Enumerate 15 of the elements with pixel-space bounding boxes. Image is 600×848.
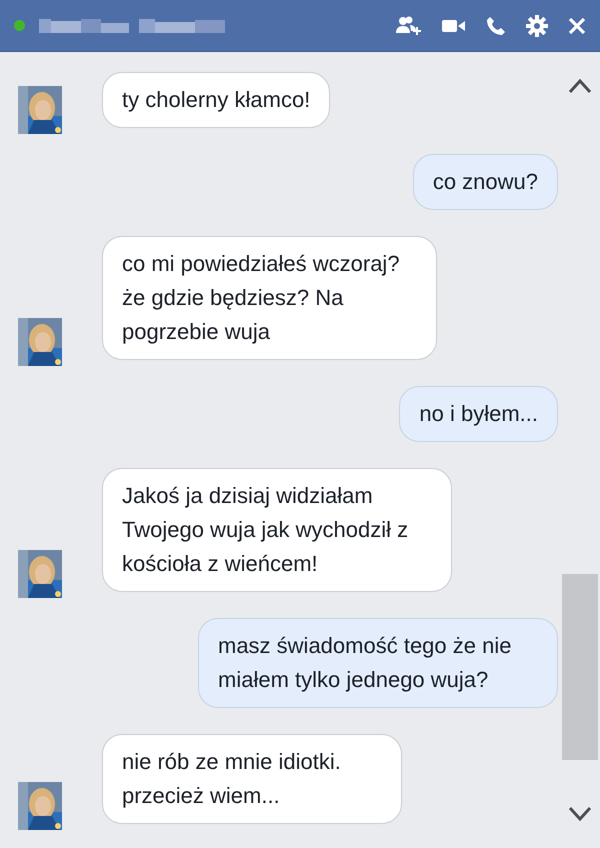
phone-icon[interactable] [486, 16, 506, 36]
close-icon[interactable] [568, 16, 586, 34]
scroll-down-icon[interactable] [568, 806, 592, 822]
scroll-up-icon[interactable] [568, 78, 592, 94]
add-people-icon[interactable] [396, 14, 422, 36]
message-bubble: no i byłem... [399, 386, 558, 442]
video-camera-icon[interactable] [442, 18, 466, 34]
message-bubble: nie rób ze mnie idiotki. przecież wiem... [102, 734, 402, 824]
settings-icon[interactable] [526, 14, 548, 36]
message-bubble: co mi powiedziałeś wczoraj? że gdzie będziesz? Na pogrzebie wuja [102, 236, 437, 360]
message-bubble: masz świadomość tego że nie miałem tylko jednego wuja? [198, 618, 558, 708]
message-bubble: ty cholerny kłamco! [102, 72, 330, 128]
message-bubble: Jakoś ja dzisiaj widziałam Twojego wuja jak wychodził z kościoła z wieńcem! [102, 468, 452, 592]
message-bubble: co znowu? [412, 154, 558, 210]
scrollbar-thumb[interactable] [562, 574, 598, 760]
